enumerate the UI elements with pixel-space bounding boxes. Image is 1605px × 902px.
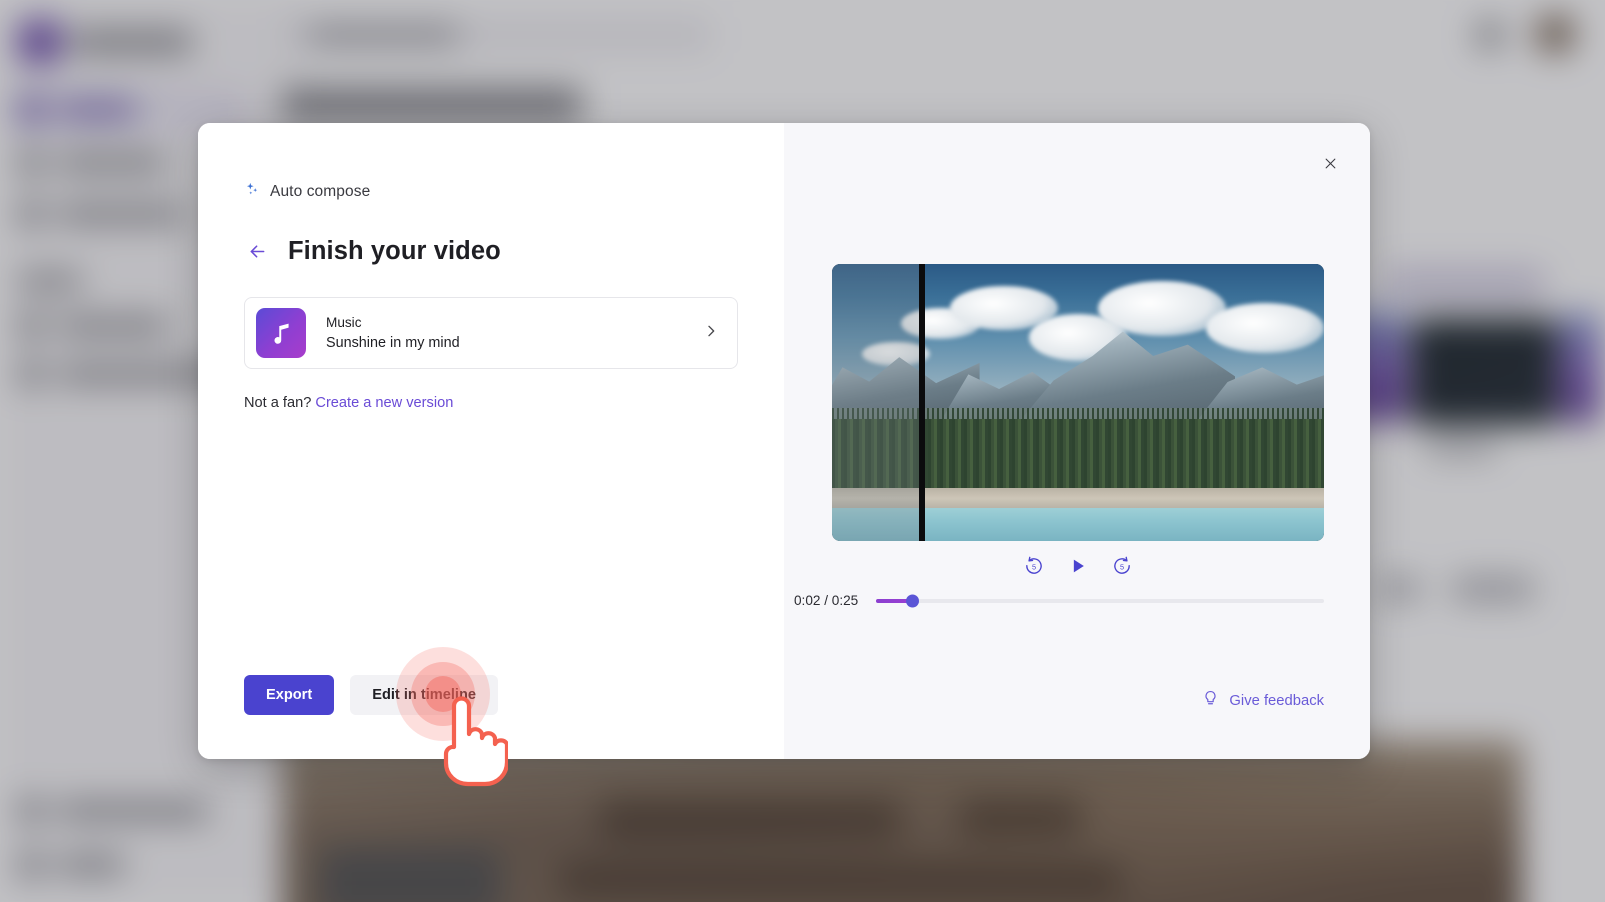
skip-back-5-icon[interactable]: 5 xyxy=(1019,551,1049,581)
auto-compose-eyebrow: Auto compose xyxy=(244,181,738,203)
skip-forward-5-icon[interactable]: 5 xyxy=(1107,551,1137,581)
clip-split-marker xyxy=(918,264,925,541)
not-a-fan-row: Not a fan? Create a new version xyxy=(244,395,738,411)
page-title: Finish your video xyxy=(288,237,501,265)
music-note-icon xyxy=(256,308,306,358)
video-timeline: 0:02 / 0:25 xyxy=(794,593,1324,608)
sparkle-icon xyxy=(244,181,261,203)
finish-your-video-dialog: Auto compose Finish your video Music Sun… xyxy=(198,123,1370,759)
export-button[interactable]: Export xyxy=(244,675,335,715)
lightbulb-icon xyxy=(1201,689,1220,713)
close-icon[interactable] xyxy=(1316,149,1344,177)
svg-text:5: 5 xyxy=(1032,562,1036,571)
back-button[interactable] xyxy=(244,239,270,265)
dialog-left-panel: Auto compose Finish your video Music Sun… xyxy=(198,123,784,759)
video-preview-frame-image xyxy=(832,264,1324,541)
play-icon[interactable] xyxy=(1063,551,1093,581)
video-player-controls: 5 5 xyxy=(832,551,1324,581)
music-card-track-name: Sunshine in my mind xyxy=(326,334,460,351)
time-display: 0:02 / 0:25 xyxy=(794,593,859,608)
create-new-version-link[interactable]: Create a new version xyxy=(315,395,453,411)
dialog-preview-panel: 5 5 0:02 / 0:25 Give feedback xyxy=(784,123,1370,759)
dialog-title-row: Finish your video xyxy=(244,237,738,266)
svg-text:5: 5 xyxy=(1120,562,1124,571)
music-card-kind: Music xyxy=(326,314,362,330)
music-card-meta: Music Sunshine in my mind xyxy=(326,312,703,355)
give-feedback-button[interactable]: Give feedback xyxy=(1201,689,1324,713)
chevron-right-icon[interactable] xyxy=(703,323,719,344)
not-a-fan-text: Not a fan? xyxy=(244,395,312,411)
auto-compose-label: Auto compose xyxy=(270,183,371,200)
dialog-footer-actions: Export Edit in timeline xyxy=(244,675,499,715)
music-selection-card[interactable]: Music Sunshine in my mind xyxy=(244,297,738,369)
progress-slider[interactable] xyxy=(876,594,1324,607)
progress-slider-thumb[interactable] xyxy=(905,594,919,607)
video-preview[interactable] xyxy=(832,264,1324,541)
edit-in-timeline-button[interactable]: Edit in timeline xyxy=(350,675,499,715)
give-feedback-label: Give feedback xyxy=(1229,693,1324,709)
